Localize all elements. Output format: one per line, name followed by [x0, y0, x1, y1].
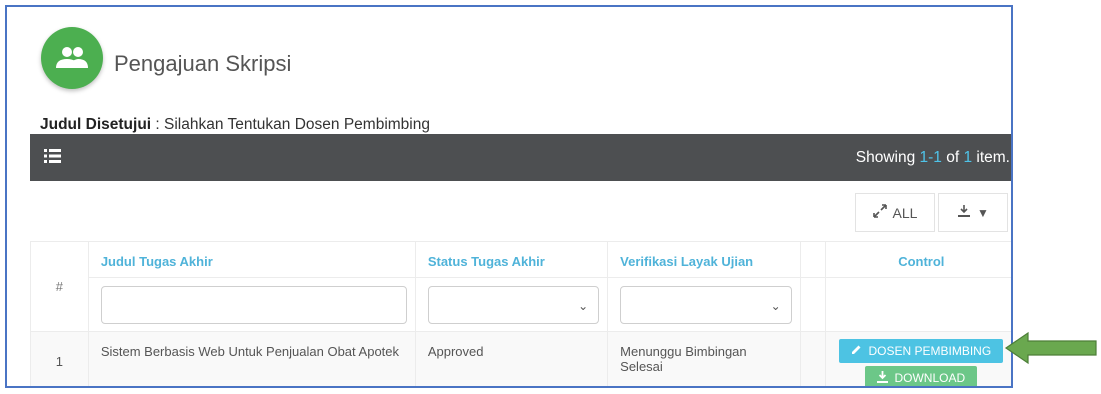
caption-text: : Silahkan Tentukan Dosen Pembimbing — [151, 116, 430, 133]
list-icon — [44, 149, 61, 168]
pencil-icon — [851, 344, 862, 358]
expand-icon — [872, 204, 887, 221]
verifikasi-filter-select[interactable]: ⌄ — [620, 285, 792, 324]
column-header-verifikasi[interactable]: Verifikasi Layak Ujian — [607, 241, 801, 278]
cell-status: Approved — [414, 331, 609, 386]
filter-cell-status: ⌄ — [414, 277, 609, 332]
cell-control: DOSEN PEMBIMBING DOWNLOAD — [824, 331, 1011, 386]
show-all-label: ALL — [892, 204, 918, 221]
grid-toolbar: Showing 1-1 of 1 item. — [30, 134, 1011, 181]
users-icon — [41, 27, 103, 89]
export-dropdown-button[interactable]: ▼ — [938, 193, 1008, 232]
filter-cell-judul — [87, 277, 416, 332]
table-caption: Judul Disetujui : Silahkan Tentukan Dose… — [40, 116, 430, 134]
row-number: 1 — [30, 331, 89, 386]
column-header-spacer — [799, 241, 826, 278]
download-label: DOWNLOAD — [894, 371, 966, 385]
summary-text: Showing 1-1 of 1 item. — [856, 149, 1010, 167]
filter-row: ⌄ ⌄ — [31, 277, 1011, 332]
cell-judul: Sistem Berbasis Web Untuk Penjualan Obat… — [87, 331, 416, 386]
dosen-pembimbing-label: DOSEN PEMBIMBING — [868, 344, 992, 358]
summary-suffix: item. — [972, 149, 1010, 166]
column-header-control: Control — [824, 241, 1011, 278]
export-icon — [957, 204, 971, 221]
chevron-down-icon: ⌄ — [770, 298, 781, 313]
show-all-button[interactable]: ALL — [855, 193, 935, 232]
header-num: # — [30, 241, 89, 332]
cell-spacer — [799, 331, 826, 386]
column-header-judul[interactable]: Judul Tugas Akhir — [87, 241, 416, 278]
column-header-status[interactable]: Status Tugas Akhir — [414, 241, 609, 278]
filter-cell-spacer — [799, 277, 826, 332]
table-row: 1 Sistem Berbasis Web Untuk Penjualan Ob… — [30, 331, 1011, 386]
cell-verifikasi: Menunggu Bimbingan Selesai — [607, 331, 801, 386]
arrow-left-icon — [1004, 331, 1098, 370]
summary-mid: of — [941, 149, 964, 166]
app-frame: Pengajuan Skripsi Judul Disetujui : Sila… — [5, 5, 1013, 388]
chevron-down-icon: ⌄ — [578, 298, 589, 313]
filter-cell-verifikasi: ⌄ — [607, 277, 801, 332]
judul-filter-input[interactable] — [100, 285, 407, 324]
summary-prefix: Showing — [855, 149, 920, 166]
summary-range: 1-1 — [919, 149, 942, 166]
download-icon — [877, 370, 889, 386]
table-header-row: # Judul Tugas Akhir Status Tugas Akhir V… — [30, 241, 1011, 332]
summary-total: 1 — [963, 149, 973, 166]
dosen-pembimbing-button[interactable]: DOSEN PEMBIMBING — [839, 339, 1004, 363]
filter-cell-control — [824, 277, 1011, 332]
results-table: # Judul Tugas Akhir Status Tugas Akhir V… — [30, 241, 1011, 386]
status-filter-select[interactable]: ⌄ — [427, 285, 600, 324]
caption-label: Judul Disetujui — [40, 116, 152, 133]
download-button[interactable]: DOWNLOAD — [865, 366, 978, 386]
page-title: Pengajuan Skripsi — [114, 51, 292, 76]
chevron-down-icon: ▼ — [977, 205, 989, 220]
